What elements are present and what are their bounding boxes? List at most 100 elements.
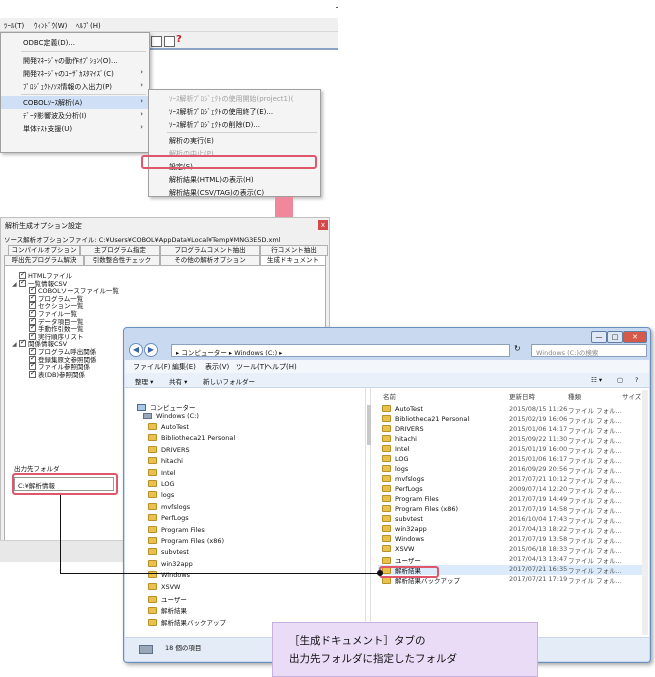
tree-folder-item[interactable]: Program Files (x86)	[148, 537, 224, 545]
file-row[interactable]: hitachi 2015/09/22 11:30 ファイル フォル...	[378, 435, 642, 445]
menu-window[interactable]: ｳｨﾝﾄﾞｳ(W)	[34, 21, 67, 31]
tree-folder-item[interactable]: hitachi	[148, 457, 183, 465]
file-row[interactable]: subvtest 2016/10/04 17:43 ファイル フォル...	[378, 515, 642, 525]
folder-icon	[148, 445, 157, 453]
tree-item-drive-c[interactable]: Windows (C:)	[143, 412, 199, 420]
file-date: 2015/08/15 11:26	[509, 405, 568, 413]
file-row[interactable]: LOG 2015/01/06 16:17 ファイル フォル...	[378, 455, 642, 465]
tree-folder-item[interactable]: DRIVERS	[148, 445, 190, 454]
tree-folder-item[interactable]: win32app	[148, 559, 193, 568]
new-folder-button[interactable]: 新しいフォルダー	[203, 376, 255, 386]
share-button[interactable]: 共有 ▾	[169, 376, 187, 386]
column-name[interactable]: 名前	[383, 391, 396, 401]
maximize-button[interactable]: □	[607, 331, 623, 343]
menu-tools[interactable]: ﾂｰﾙ(T)	[4, 21, 24, 31]
tree-folder-item[interactable]: PerfLogs	[148, 514, 189, 522]
file-row[interactable]: Intel 2015/01/19 16:00 ファイル フォル...	[378, 445, 642, 455]
tree-folder-item[interactable]: Intel	[148, 468, 175, 477]
refresh-icon[interactable]: ↻	[514, 344, 521, 353]
menu-item-delete-project[interactable]: ｿｰｽ解析ﾌﾟﾛｼﾞｪｸﾄの削除(D)...	[149, 118, 320, 131]
tree-checkbox-item[interactable]: 表(DB)参照関係	[22, 369, 85, 379]
menu-help[interactable]: ﾍﾙﾌﾟ(H)	[76, 21, 101, 31]
close-button[interactable]: ✕	[623, 331, 647, 343]
file-row[interactable]: DRIVERS 2015/01/06 14:17 ファイル フォル...	[378, 425, 642, 435]
toolbar-button[interactable]	[164, 36, 175, 47]
tree-folder-item[interactable]: Program Files	[148, 525, 205, 534]
file-row[interactable]: PerfLogs 2009/07/14 12:20 ファイル フォル...	[378, 485, 642, 495]
column-date[interactable]: 更新日時	[509, 391, 535, 401]
menu-item-odbc[interactable]: ODBC定義(D)...	[1, 36, 149, 49]
view-options-icon[interactable]: ☷ ▾	[591, 376, 602, 384]
organize-button[interactable]: 整理 ▾	[135, 376, 153, 386]
menu-item-run-analysis[interactable]: 解析の実行(E)	[149, 134, 320, 147]
forward-arrow-icon[interactable]: ▶	[144, 343, 158, 357]
menu-item-show-html[interactable]: 解析結果(HTML)の表示(H)	[149, 173, 320, 186]
tree-item-computer[interactable]: コンピューター	[137, 402, 196, 412]
search-input[interactable]: Windows (C:)の検索	[531, 344, 647, 357]
file-row[interactable]: Bibliotheca21 Personal 2015/02/19 16:06 ファ…	[378, 415, 642, 425]
column-size[interactable]: サイズ	[622, 391, 641, 401]
menu-edit[interactable]: 編集(E)	[172, 362, 196, 372]
checkbox[interactable]	[29, 369, 36, 378]
menu-item-show-csv[interactable]: 解析結果(CSV/TAG)の表示(C)	[149, 186, 320, 199]
file-name: Intel	[382, 445, 409, 453]
help-icon[interactable]: ?	[176, 34, 182, 45]
tree-folder-item[interactable]: logs	[148, 491, 174, 499]
file-row[interactable]: logs 2016/09/29 20:56 ファイル フォル...	[378, 465, 642, 475]
file-row[interactable]: XSVW 2015/06/18 18:33 ファイル フォル...	[378, 545, 642, 555]
close-icon[interactable]: x	[318, 220, 328, 230]
tree-folder-item[interactable]: ユーザー	[148, 594, 187, 604]
tree-item-label: Bibliotheca21 Personal	[161, 434, 236, 443]
tree-folder-item[interactable]: subvtest	[148, 548, 189, 556]
tree-folder-item[interactable]: XSVW	[148, 582, 180, 591]
file-date: 2017/04/13 13:47	[509, 555, 568, 563]
menu-item-customize[interactable]: 開発ﾏﾈｰｼﾞｬのﾕｰｻﾞｶｽﾀﾏｲｽﾞ(C) ›	[1, 67, 149, 80]
file-name-label: Bibliotheca21 Personal	[395, 415, 470, 423]
menu-item-project-io[interactable]: ﾌﾟﾛｼﾞｪｸﾄ/ｿｽ情報の入出力(P) ›	[1, 80, 149, 93]
menu-item-cobol-analysis[interactable]: COBOLｿｰｽ解析(A) ›	[1, 96, 149, 109]
address-bar[interactable]: ▸ コンピューター ▸ Windows (C:) ▸	[171, 344, 510, 357]
tree-folder-item[interactable]: Bibliotheca21 Personal	[148, 434, 235, 442]
file-list-scrollbar[interactable]	[642, 390, 648, 635]
menu-item-unit-test[interactable]: 単体ﾃｽﾄ支援(U) ›	[1, 122, 149, 135]
analysis-submenu: ｿｰｽ解析ﾌﾟﾛｼﾞｪｸﾄの使用開始(project1)( ｿｰｽ解析ﾌﾟﾛｼﾞ…	[148, 89, 321, 197]
tree-folder-item[interactable]: mvfslogs	[148, 502, 190, 511]
file-row[interactable]: ユーザー 2017/04/13 13:47 ファイル フォル...	[378, 555, 642, 565]
menu-separator	[167, 132, 317, 133]
expand-toggle-icon[interactable]: ◢	[12, 341, 19, 348]
menu-file[interactable]: ファイル(F)	[133, 362, 171, 372]
menu-item-end-project[interactable]: ｿｰｽ解析ﾌﾟﾛｼﾞｪｸﾄの使用終了(E)...	[149, 105, 320, 118]
file-type: ファイル フォル...	[568, 567, 622, 575]
tree-folder-item[interactable]: 解析結果バックアップ	[148, 617, 226, 627]
menu-item-impact-analysis[interactable]: ﾃﾞｰﾀ影響波及分析(I) ›	[1, 109, 149, 122]
file-date: 2016/10/04 17:43	[509, 515, 568, 523]
file-row[interactable]: mvfslogs 2017/07/21 10:12 ファイル フォル...	[378, 475, 642, 485]
menu-tools[interactable]: ツール(T)	[236, 362, 267, 372]
file-name: LOG	[382, 455, 409, 463]
expand-toggle-icon[interactable]: ◢	[12, 281, 19, 288]
explorer-command-bar: 整理 ▾ 共有 ▾ 新しいフォルダー ☷ ▾ ▢ ?	[125, 373, 649, 388]
preview-pane-icon[interactable]: ▢	[617, 376, 623, 384]
file-row[interactable]: Windows 2017/07/19 13:58 ファイル フォル...	[378, 535, 642, 545]
menu-view[interactable]: 表示(V)	[205, 362, 229, 372]
file-row[interactable]: Program Files 2017/07/19 14:49 ファイル フォル...	[378, 495, 642, 505]
menu-item-start-project[interactable]: ｿｰｽ解析ﾌﾟﾛｼﾞｪｸﾄの使用開始(project1)(	[149, 92, 320, 105]
menu-item-options[interactable]: 開発ﾏﾈｰｼﾞｬの動作ｵﾌﾟｼｮﾝ(O)...	[1, 54, 149, 67]
help-icon[interactable]: ?	[635, 376, 638, 384]
app-workspace	[150, 48, 338, 78]
file-row[interactable]: Program Files (x86) 2017/07/19 14:58 ファイル …	[378, 505, 642, 515]
tree-folder-item[interactable]: AutoTest	[148, 423, 189, 431]
minimize-button[interactable]: —	[591, 331, 607, 343]
column-type[interactable]: 種類	[568, 391, 581, 401]
menu-help[interactable]: ヘルプ(H)	[265, 362, 297, 372]
back-arrow-icon[interactable]: ◀	[129, 343, 143, 357]
connector-line	[60, 573, 380, 574]
toolbar-button[interactable]	[151, 36, 162, 47]
tree-folder-item[interactable]: 解析結果	[148, 605, 187, 615]
chevron-right-icon: ›	[140, 97, 143, 105]
tree-folder-item[interactable]: LOG	[148, 480, 175, 488]
file-type: ファイル フォル...	[568, 427, 622, 435]
file-row[interactable]: AutoTest 2015/08/15 11:26 ファイル フォル...	[378, 405, 642, 415]
file-row[interactable]: win32app 2017/04/13 18:22 ファイル フォル...	[378, 525, 642, 535]
file-date: 2017/07/21 16:35	[509, 565, 568, 573]
